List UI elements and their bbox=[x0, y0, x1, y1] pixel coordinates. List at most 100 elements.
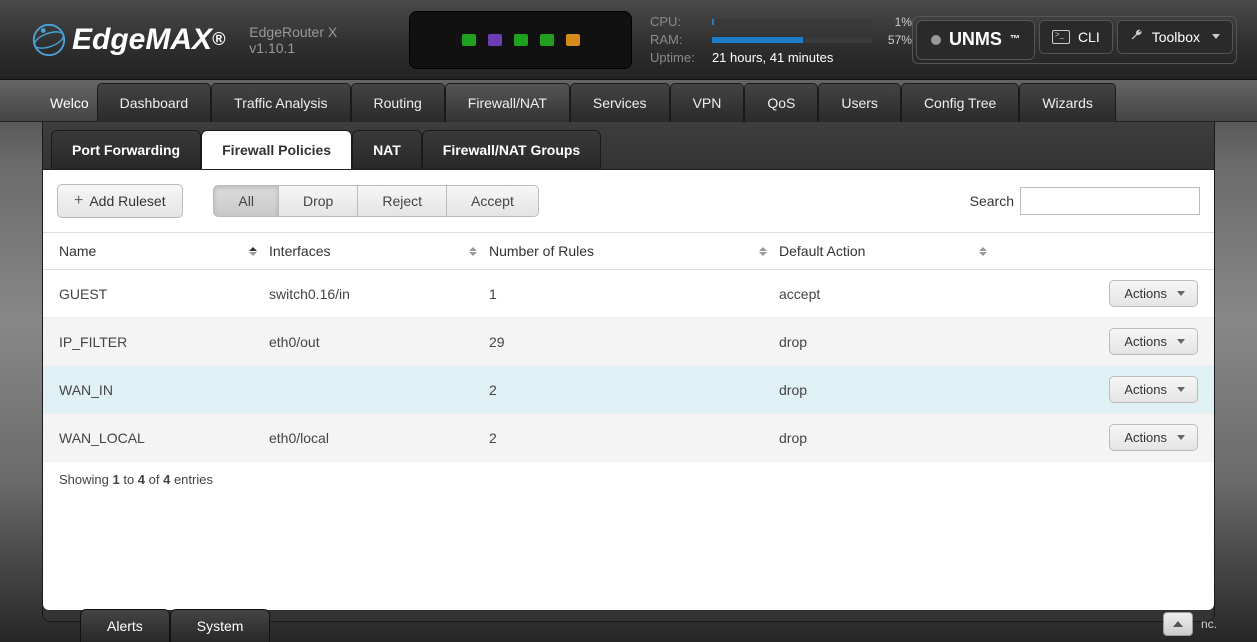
main-tab-qos[interactable]: QoS bbox=[744, 83, 818, 122]
cell-rules: 1 bbox=[489, 286, 779, 302]
ram-label: RAM: bbox=[650, 32, 702, 47]
add-ruleset-button[interactable]: + Add Ruleset bbox=[57, 184, 183, 218]
cpu-percent: 1% bbox=[882, 15, 912, 29]
cli-label: CLI bbox=[1078, 29, 1100, 45]
header-button-group: UNMS™ CLI Toolbox bbox=[912, 16, 1237, 64]
cell-name: WAN_IN bbox=[59, 382, 269, 398]
sort-icon bbox=[469, 247, 477, 256]
port-icon bbox=[566, 34, 580, 46]
filter-segment: AllDropRejectAccept bbox=[213, 185, 538, 217]
sub-tab-nat[interactable]: NAT bbox=[352, 130, 422, 169]
header-bar: EdgeMAX® EdgeRouter X v1.10.1 CPU: 1% RA… bbox=[0, 0, 1257, 80]
sub-tabs: Port ForwardingFirewall PoliciesNATFirew… bbox=[43, 122, 1214, 170]
expand-up-button[interactable] bbox=[1163, 612, 1193, 636]
chevron-down-icon bbox=[1177, 435, 1185, 440]
main-tab-vpn[interactable]: VPN bbox=[670, 83, 745, 122]
cpu-bar bbox=[712, 19, 872, 25]
header-actions: UNMS™ CLI Toolbox bbox=[912, 16, 1237, 64]
actions-button[interactable]: Actions bbox=[1109, 376, 1198, 403]
port-icon bbox=[462, 34, 476, 46]
col-rules[interactable]: Number of Rules bbox=[489, 243, 779, 259]
model-label: EdgeRouter X v1.10.1 bbox=[249, 24, 377, 56]
main-tab-traffic-analysis[interactable]: Traffic Analysis bbox=[211, 83, 350, 122]
alerts-tab[interactable]: Alerts bbox=[80, 609, 170, 642]
logo: EdgeMAX® bbox=[30, 21, 225, 59]
col-interfaces[interactable]: Interfaces bbox=[269, 243, 489, 259]
main-tab-users[interactable]: Users bbox=[818, 83, 901, 122]
port-icon bbox=[514, 34, 528, 46]
sub-tab-port-forwarding[interactable]: Port Forwarding bbox=[51, 130, 201, 169]
col-default-action[interactable]: Default Action bbox=[779, 243, 999, 259]
cell-default: drop bbox=[779, 334, 999, 350]
main-tab-dashboard[interactable]: Dashboard bbox=[97, 83, 212, 122]
plus-icon: + bbox=[74, 194, 83, 208]
system-tab[interactable]: System bbox=[170, 609, 271, 642]
cell-interfaces: eth0/local bbox=[269, 430, 489, 446]
footer-right: nc. bbox=[1163, 612, 1217, 642]
search-label: Search bbox=[970, 193, 1014, 209]
uptime-value: 21 hours, 41 minutes bbox=[712, 50, 833, 65]
unms-label: UNMS bbox=[949, 29, 1002, 50]
filter-all[interactable]: All bbox=[213, 185, 279, 217]
cell-default: drop bbox=[779, 382, 999, 398]
toolbar: + Add Ruleset AllDropRejectAccept Search bbox=[43, 170, 1214, 233]
table-header: Name Interfaces Number of Rules Default … bbox=[43, 233, 1214, 270]
sort-icon bbox=[759, 247, 767, 256]
unms-button[interactable]: UNMS™ bbox=[916, 20, 1035, 60]
actions-button[interactable]: Actions bbox=[1109, 328, 1198, 355]
cell-rules: 29 bbox=[489, 334, 779, 350]
filter-reject[interactable]: Reject bbox=[357, 185, 447, 217]
chevron-up-icon bbox=[1173, 621, 1183, 627]
uptime-label: Uptime: bbox=[650, 50, 702, 65]
filter-accept[interactable]: Accept bbox=[446, 185, 539, 217]
table-row[interactable]: GUESTswitch0.16/in1acceptActions bbox=[43, 270, 1214, 318]
cell-interfaces: switch0.16/in bbox=[269, 286, 489, 302]
cell-name: WAN_LOCAL bbox=[59, 430, 269, 446]
content-panel: Port ForwardingFirewall PoliciesNATFirew… bbox=[42, 122, 1215, 622]
toolbox-button[interactable]: Toolbox bbox=[1117, 20, 1233, 54]
ram-bar bbox=[712, 37, 872, 43]
search-input[interactable] bbox=[1020, 187, 1200, 215]
ram-percent: 57% bbox=[882, 33, 912, 47]
table-row[interactable]: WAN_LOCALeth0/local2drop Actions bbox=[43, 414, 1214, 462]
sort-icon bbox=[249, 247, 257, 256]
logo-icon bbox=[30, 21, 68, 59]
sub-tab-firewall-policies[interactable]: Firewall Policies bbox=[201, 130, 352, 169]
filter-drop[interactable]: Drop bbox=[278, 185, 358, 217]
sort-icon bbox=[979, 247, 987, 256]
wrench-icon bbox=[1130, 28, 1144, 45]
port-icon bbox=[488, 34, 502, 46]
add-ruleset-label: Add Ruleset bbox=[89, 193, 165, 209]
actions-button[interactable]: Actions bbox=[1109, 424, 1198, 451]
terminal-icon bbox=[1052, 30, 1070, 44]
cli-button[interactable]: CLI bbox=[1039, 20, 1113, 54]
main-tabs: Welco DashboardTraffic AnalysisRoutingFi… bbox=[0, 80, 1257, 122]
port-icon bbox=[540, 34, 554, 46]
cpu-label: CPU: bbox=[650, 14, 702, 29]
toolbox-label: Toolbox bbox=[1152, 29, 1200, 45]
chevron-down-icon bbox=[1177, 339, 1185, 344]
table-row[interactable]: IP_FILTEReth0/out29dropActions bbox=[43, 318, 1214, 366]
main-tab-wizards[interactable]: Wizards bbox=[1019, 83, 1116, 122]
sub-tab-firewall-nat-groups[interactable]: Firewall/NAT Groups bbox=[422, 130, 601, 169]
main-tab-firewall-nat[interactable]: Firewall/NAT bbox=[445, 83, 570, 122]
cell-name: GUEST bbox=[59, 286, 269, 302]
col-name[interactable]: Name bbox=[59, 243, 269, 259]
cell-default: drop bbox=[779, 430, 999, 446]
chevron-down-icon bbox=[1212, 34, 1220, 39]
status-dot-icon bbox=[931, 35, 941, 45]
table-row[interactable]: WAN_IN 2drop Actions bbox=[43, 366, 1214, 414]
main-tab-routing[interactable]: Routing bbox=[351, 83, 445, 122]
cell-name: IP_FILTER bbox=[59, 334, 269, 350]
panel-body: + Add Ruleset AllDropRejectAccept Search… bbox=[43, 170, 1214, 610]
actions-button[interactable]: Actions bbox=[1109, 280, 1198, 307]
search-wrap: Search bbox=[970, 187, 1200, 215]
cell-rules: 2 bbox=[489, 430, 779, 446]
copyright-fragment: nc. bbox=[1201, 617, 1217, 631]
chevron-down-icon bbox=[1177, 291, 1185, 296]
cell-rules: 2 bbox=[489, 382, 779, 398]
system-stats: CPU: 1% RAM: 57% Uptime: 21 hours, 41 mi… bbox=[650, 13, 912, 67]
table-footer-info: Showing 1 to 4 of 4 entries bbox=[43, 462, 1214, 497]
main-tab-config-tree[interactable]: Config Tree bbox=[901, 83, 1019, 122]
main-tab-services[interactable]: Services bbox=[570, 83, 670, 122]
